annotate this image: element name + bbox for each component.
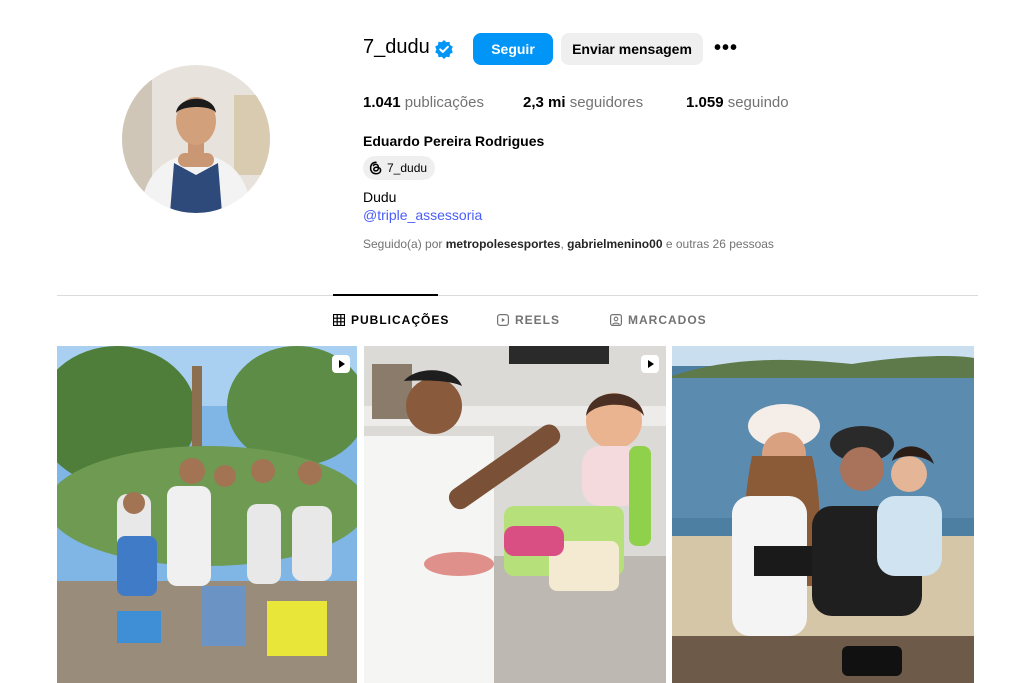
tab-posts-label: PUBLICAÇÕES	[351, 313, 450, 327]
followers-count-value: 2,3 mi	[523, 94, 566, 111]
tabs-divider	[57, 295, 978, 296]
tab-tagged-label: MARCADOS	[628, 313, 707, 327]
followed-by-prefix: Seguido(a) por	[363, 237, 443, 251]
full-name: Eduardo Pereira Rodrigues	[363, 133, 545, 149]
post-thumbnail[interactable]	[672, 346, 974, 683]
threads-icon	[369, 161, 382, 175]
followed-by[interactable]: Seguido(a) por metropolesesportes, gabri…	[363, 237, 774, 251]
posts-count: 1.041 publicações	[363, 94, 484, 111]
tab-tagged[interactable]: MARCADOS	[610, 313, 707, 327]
reel-indicator-icon	[641, 355, 659, 373]
followers-count-label: seguidores	[569, 94, 644, 111]
posts-count-value: 1.041	[363, 94, 401, 111]
active-tab-indicator	[333, 294, 438, 296]
following-count-label: seguindo	[727, 94, 789, 111]
followed-by-separator: ,	[560, 237, 564, 251]
tab-reels[interactable]: REELS	[497, 313, 560, 327]
profile-avatar[interactable]	[122, 65, 270, 213]
bio-link[interactable]: @triple_assessoria	[363, 207, 482, 223]
post-image	[57, 346, 357, 683]
threads-badge[interactable]: 7_dudu	[363, 156, 436, 180]
tagged-icon	[610, 314, 622, 326]
grid-icon	[333, 314, 345, 326]
post-image	[672, 346, 974, 683]
followers-count[interactable]: 2,3 mi seguidores	[523, 94, 643, 111]
post-thumbnail[interactable]	[57, 346, 357, 683]
verified-badge-icon	[434, 39, 454, 59]
threads-handle: 7_dudu	[387, 161, 428, 175]
following-count-value: 1.059	[686, 94, 724, 111]
following-count[interactable]: 1.059 seguindo	[686, 94, 789, 111]
bio-text: Dudu	[363, 189, 397, 205]
reels-icon	[497, 314, 509, 326]
post-thumbnail[interactable]	[364, 346, 666, 683]
send-message-button[interactable]: Enviar mensagem	[561, 33, 703, 65]
followed-by-user-1[interactable]: metropolesesportes	[446, 237, 561, 251]
post-image	[364, 346, 666, 683]
reel-indicator-icon	[332, 355, 350, 373]
posts-count-label: publicações	[404, 94, 484, 111]
tab-reels-label: REELS	[515, 313, 561, 327]
tab-posts[interactable]: PUBLICAÇÕES	[333, 313, 449, 327]
username: 7_dudu	[363, 36, 430, 58]
followed-by-suffix: e outras 26 pessoas	[665, 237, 774, 251]
follow-button[interactable]: Seguir	[473, 33, 553, 65]
more-options-icon[interactable]: •••	[714, 38, 738, 58]
followed-by-user-2[interactable]: gabrielmenino00	[567, 237, 662, 251]
